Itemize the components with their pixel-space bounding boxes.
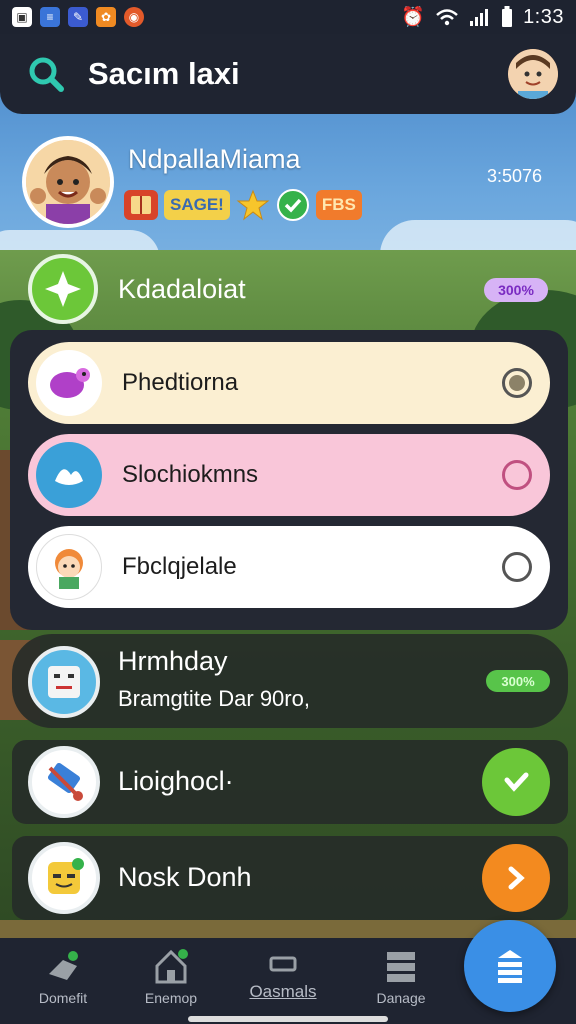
- purple-creature-icon: [36, 350, 102, 416]
- option-label: Fbclqjelale: [122, 553, 237, 580]
- go-button[interactable]: [482, 748, 550, 816]
- options-panel: Phedtiorna Slochiokmns Fbclqjelale: [10, 330, 568, 630]
- watering-can-icon: [41, 944, 85, 988]
- search-button[interactable]: [24, 52, 68, 96]
- stack-icon: [379, 944, 423, 988]
- fab-button[interactable]: [464, 920, 556, 1012]
- nav-label: Oasmals: [249, 982, 317, 1001]
- radio-unselected[interactable]: [502, 552, 532, 582]
- nav-item-danage[interactable]: Danage: [346, 944, 456, 1018]
- radio-selected[interactable]: [502, 368, 532, 398]
- list-item-title: Nosk Donh: [118, 862, 252, 892]
- list-item[interactable]: Hrmhday Bramgtite Dar 90ro, 300%: [12, 634, 568, 728]
- nav-item-domefit[interactable]: Domefit: [8, 944, 118, 1018]
- user-avatar[interactable]: [508, 49, 558, 99]
- badge-row: SAGE! FBS: [124, 188, 362, 222]
- book-badge-icon: [124, 190, 158, 220]
- option-item[interactable]: Fbclqjelale: [28, 526, 550, 608]
- girl-avatar-icon: [36, 534, 102, 600]
- option-label: Slochiokmns: [122, 461, 259, 488]
- clock: 1:33: [523, 5, 564, 28]
- docs-icon: ✎: [68, 7, 88, 27]
- nav-label: Danage: [376, 990, 426, 1006]
- battery-icon: [502, 6, 513, 27]
- option-item[interactable]: Slochiokmns: [28, 434, 550, 516]
- option-item[interactable]: Phedtiorna: [28, 342, 550, 424]
- app-title: Sacım laxi: [88, 56, 240, 91]
- house-icon: [149, 944, 193, 988]
- alarm-icon: ⏰: [401, 7, 426, 28]
- status-bar: ▣ ≡ ✎ ✿ ◉ ⏰ 1:33: [0, 0, 576, 34]
- level-title: Kdadaloiat: [118, 274, 246, 304]
- gallery-icon: ▣: [12, 7, 32, 27]
- wifi-icon: [436, 9, 458, 26]
- blue-blob-icon: [36, 442, 102, 508]
- radio-dot: [509, 375, 525, 391]
- notification-icons: ▣ ≡ ✎ ✿ ◉: [12, 7, 144, 27]
- chrome-icon: ◉: [124, 7, 144, 27]
- nav-label: Enemop: [144, 990, 198, 1006]
- list-item-title: Lioighocl·: [118, 766, 234, 796]
- radio-unselected[interactable]: [502, 460, 532, 490]
- orange-app-icon: ✿: [96, 7, 116, 27]
- check-badge-icon: [276, 189, 309, 221]
- star-icon: [236, 189, 270, 221]
- robot-icon: [28, 646, 100, 718]
- home-indicator: [188, 1016, 388, 1022]
- sage-badge: SAGE!: [164, 190, 230, 220]
- fbs-badge: FBS: [315, 190, 362, 220]
- go-button[interactable]: [482, 844, 550, 912]
- nav-label: Domefit: [38, 990, 88, 1006]
- chevron-right-icon: [508, 866, 525, 890]
- search-icon: [29, 57, 64, 92]
- list-item[interactable]: Nosk Donh: [12, 836, 568, 920]
- chevron-check-icon: [504, 772, 529, 792]
- progress-badge: 300%: [486, 670, 550, 692]
- profile-section: NdpallaMiama 3:5076 SAGE! FBS: [22, 136, 562, 236]
- level-progress-badge: 300%: [484, 278, 548, 302]
- list-item-subtitle: Bramgtite Dar 90ro,: [118, 686, 310, 711]
- level-row[interactable]: Kdadaloiat 300%: [28, 254, 558, 324]
- sheets-icon: ≡: [40, 7, 60, 27]
- boy-avatar-icon: [26, 140, 110, 224]
- list-item-title: Hrmhday: [118, 646, 228, 676]
- list-icon: [498, 950, 522, 983]
- list-item[interactable]: Lioighocl·: [12, 740, 568, 824]
- sparkle-icon: [45, 271, 81, 307]
- profile-name: NdpallaMiama: [128, 144, 301, 174]
- user-avatar-icon: [508, 49, 558, 99]
- profile-score: 3:5076: [486, 166, 542, 186]
- app-header: Sacım laxi: [0, 34, 576, 114]
- option-label: Phedtiorna: [122, 369, 239, 396]
- tools-icon: [28, 746, 100, 818]
- signal-icon: [470, 9, 489, 26]
- yellow-face-icon: [28, 842, 100, 914]
- level-icon: [28, 254, 98, 324]
- nav-item-oasmals[interactable]: Oasmals: [228, 944, 338, 1018]
- nav-item-enemop[interactable]: Enemop: [116, 944, 226, 1018]
- system-status: ⏰ 1:33: [401, 5, 564, 29]
- profile-avatar[interactable]: [22, 136, 114, 228]
